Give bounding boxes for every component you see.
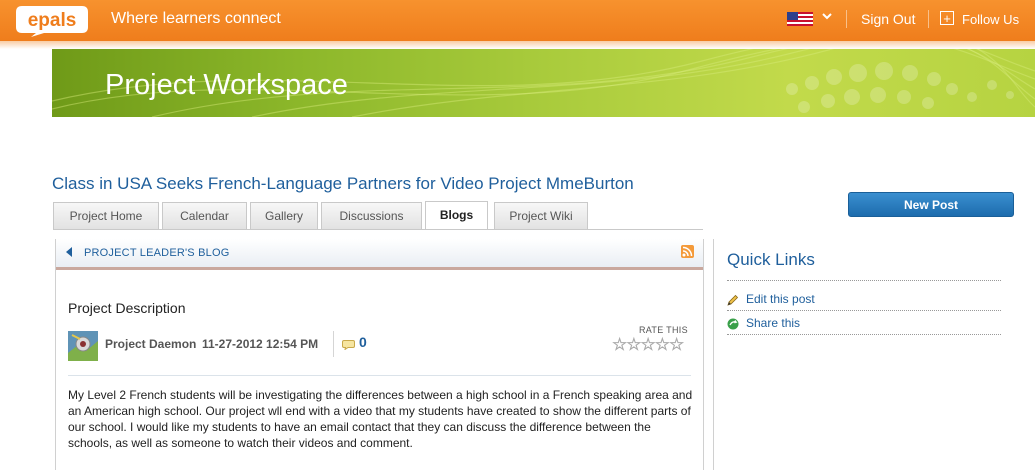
star-rating[interactable]: ☆☆☆☆☆: [612, 335, 685, 355]
us-flag-icon[interactable]: [787, 12, 813, 26]
star-icon[interactable]: ☆: [612, 335, 628, 355]
epals-logo[interactable]: epals: [14, 3, 90, 37]
plus-icon[interactable]: +: [940, 11, 954, 25]
post-title: Project Description: [68, 300, 186, 316]
back-arrow-icon[interactable]: [66, 247, 72, 257]
dotted-divider: [727, 280, 1001, 281]
tab-discussions[interactable]: Discussions: [321, 202, 422, 229]
tab-gallery[interactable]: Gallery: [250, 202, 318, 229]
star-icon[interactable]: ☆: [626, 335, 642, 355]
meta-divider: [333, 331, 334, 357]
chevron-down-icon[interactable]: [822, 10, 832, 25]
pencil-icon: [727, 294, 739, 306]
dotted-divider: [727, 310, 1001, 311]
comment-bubble-icon[interactable]: [342, 337, 355, 351]
edit-post-label: Edit this post: [746, 292, 815, 306]
quick-links-title: Quick Links: [727, 250, 815, 269]
share-icon: [727, 318, 739, 330]
post-date: 11-27-2012 12:54 PM: [202, 337, 319, 351]
star-icon[interactable]: ☆: [640, 335, 656, 355]
comment-count[interactable]: 0: [359, 334, 367, 350]
tab-project-wiki[interactable]: Project Wiki: [494, 202, 588, 229]
tab-baseline: [53, 229, 703, 230]
top-bar-shadow: [0, 41, 1035, 49]
page-title: Project Workspace: [105, 69, 348, 101]
tab-project-home[interactable]: Project Home: [53, 202, 159, 229]
tab-blogs[interactable]: Blogs: [425, 201, 488, 230]
blog-panel: PROJECT LEADER'S BLOG Project Descriptio…: [55, 239, 704, 470]
avatar[interactable]: [68, 331, 98, 361]
tagline: Where learners connect: [111, 10, 281, 27]
new-post-button[interactable]: New Post: [848, 192, 1014, 217]
header-divider: [846, 10, 847, 28]
post-body: My Level 2 French students will be inves…: [68, 388, 693, 450]
divider: [68, 375, 691, 376]
post-author[interactable]: Project Daemon: [105, 337, 196, 351]
sign-out-link[interactable]: Sign Out: [861, 11, 915, 27]
rss-icon[interactable]: [681, 245, 694, 258]
header-divider: [928, 10, 929, 28]
rate-this-label: RATE THIS: [639, 325, 688, 335]
share-label: Share this: [746, 316, 801, 330]
project-workspace-banner: Project Workspace: [52, 49, 1035, 117]
project-leaders-blog-link[interactable]: PROJECT LEADER'S BLOG: [84, 247, 229, 259]
svg-text:epals: epals: [28, 10, 77, 31]
tab-calendar[interactable]: Calendar: [162, 202, 247, 229]
star-icon[interactable]: ☆: [654, 335, 670, 355]
blog-header: PROJECT LEADER'S BLOG: [56, 239, 703, 270]
sidebar-divider: [713, 239, 714, 470]
project-title: Class in USA Seeks French-Language Partn…: [52, 174, 634, 193]
follow-us-link[interactable]: Follow Us: [962, 12, 1019, 27]
dotted-divider: [727, 334, 1001, 335]
star-icon[interactable]: ☆: [669, 335, 685, 355]
